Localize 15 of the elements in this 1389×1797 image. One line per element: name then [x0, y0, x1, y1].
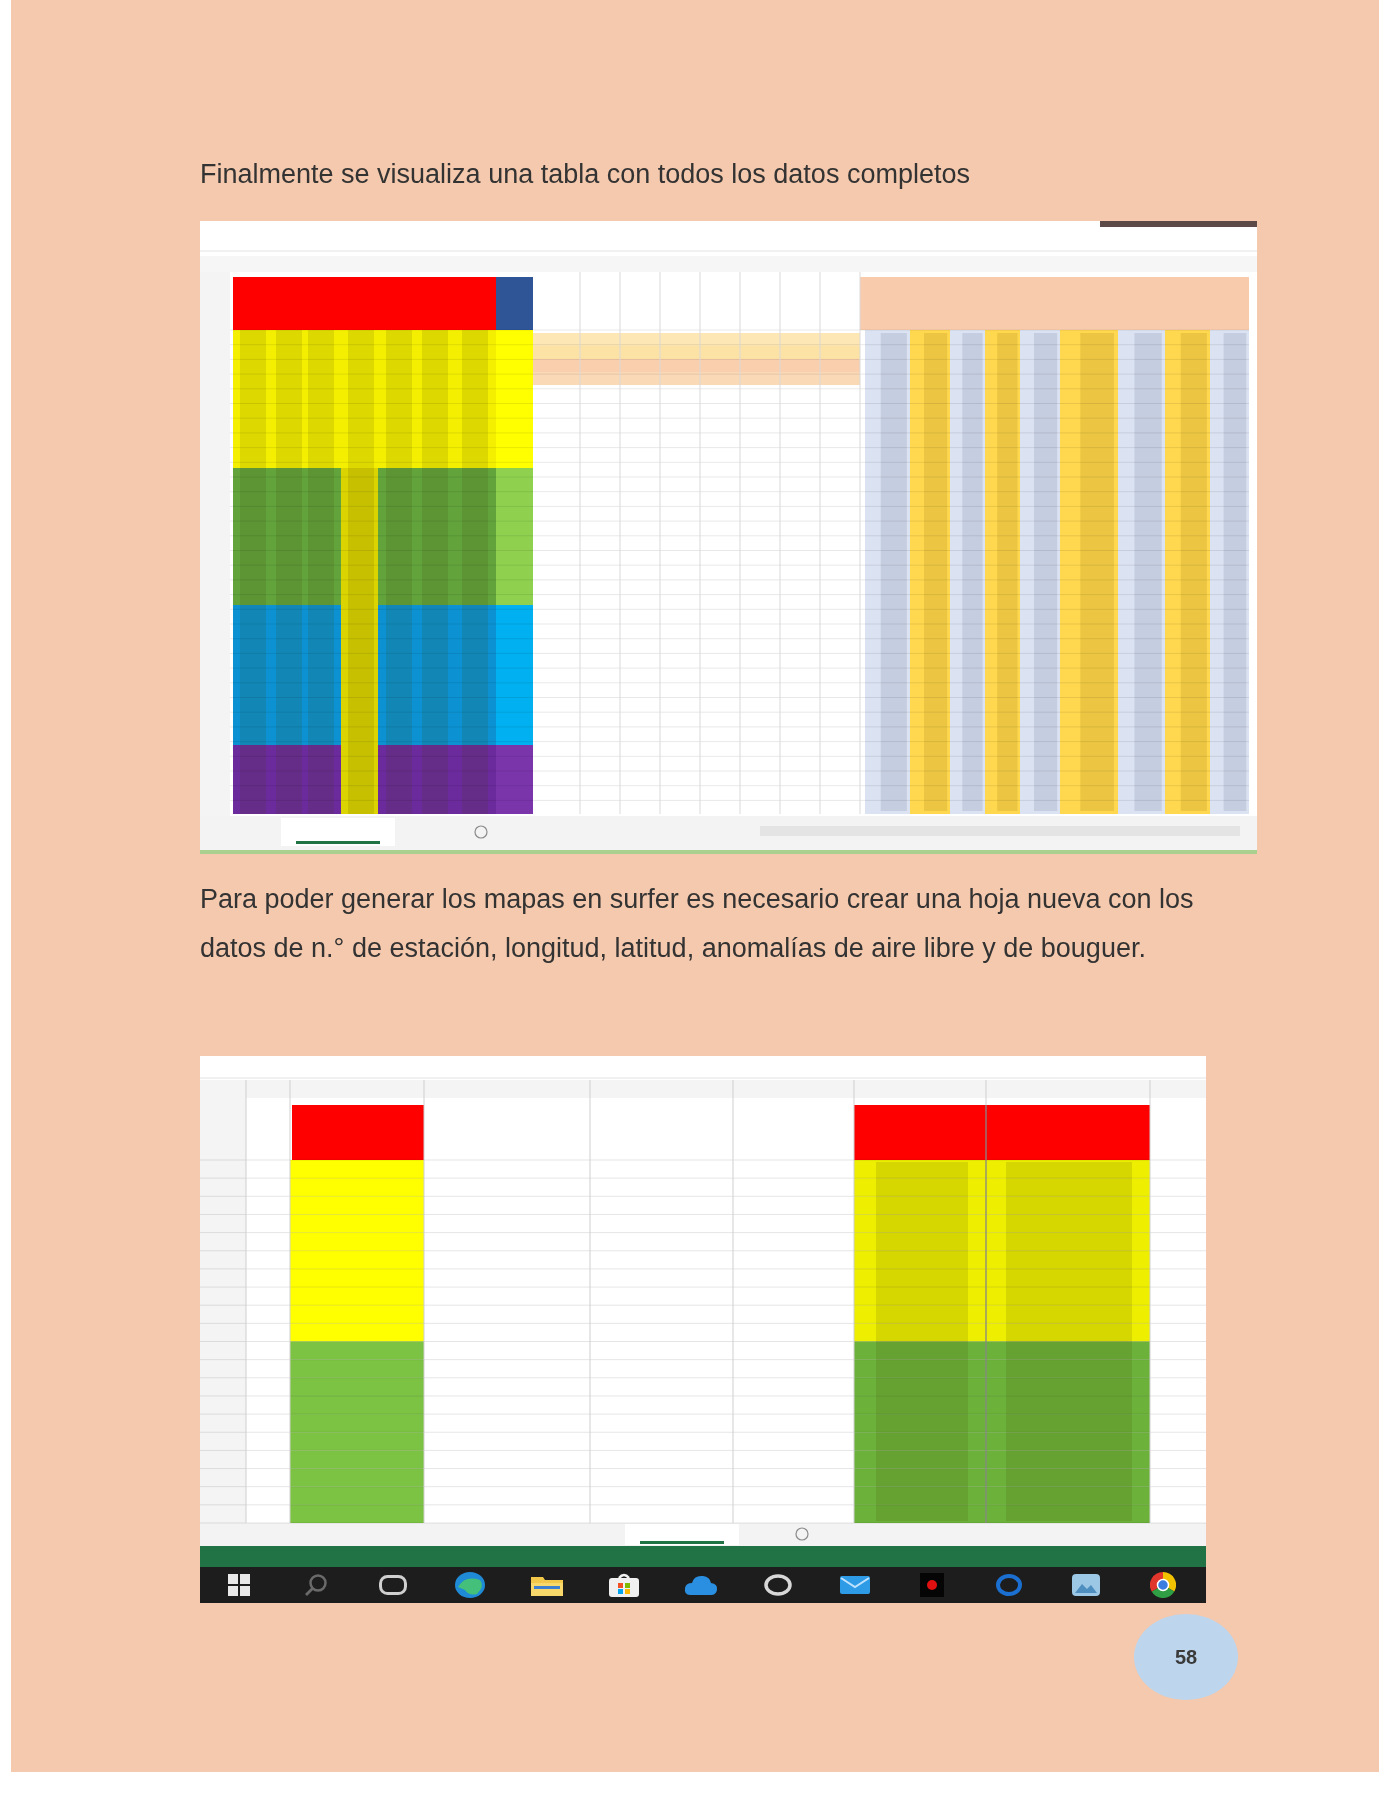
picture-icon[interactable]	[1071, 1574, 1100, 1596]
bag-icon[interactable]	[608, 1573, 639, 1597]
search-icon[interactable]	[304, 1574, 327, 1596]
ring-icon[interactable]	[763, 1574, 792, 1596]
color-wheel-icon[interactable]	[1149, 1572, 1176, 1598]
paragraph: Finalmente se visualiza una tabla con todos los datos completos	[200, 158, 971, 190]
circle-icon[interactable]	[995, 1574, 1022, 1596]
envelope-icon[interactable]	[839, 1576, 870, 1594]
paragraph: Para poder generar los mapas en surfer es necesario crear una hoja nueva con los datos de n.° de estación, longitud, latitud, anomalías de aire libre y de bouguer.	[200, 883, 1195, 965]
window-outline-icon[interactable]	[378, 1575, 407, 1595]
page-number: 58	[1134, 1614, 1238, 1700]
cloud-icon[interactable]	[683, 1575, 718, 1595]
four-squares-icon[interactable]	[227, 1574, 250, 1596]
folder-icon[interactable]	[530, 1574, 563, 1596]
swirl-icon[interactable]	[454, 1572, 485, 1598]
